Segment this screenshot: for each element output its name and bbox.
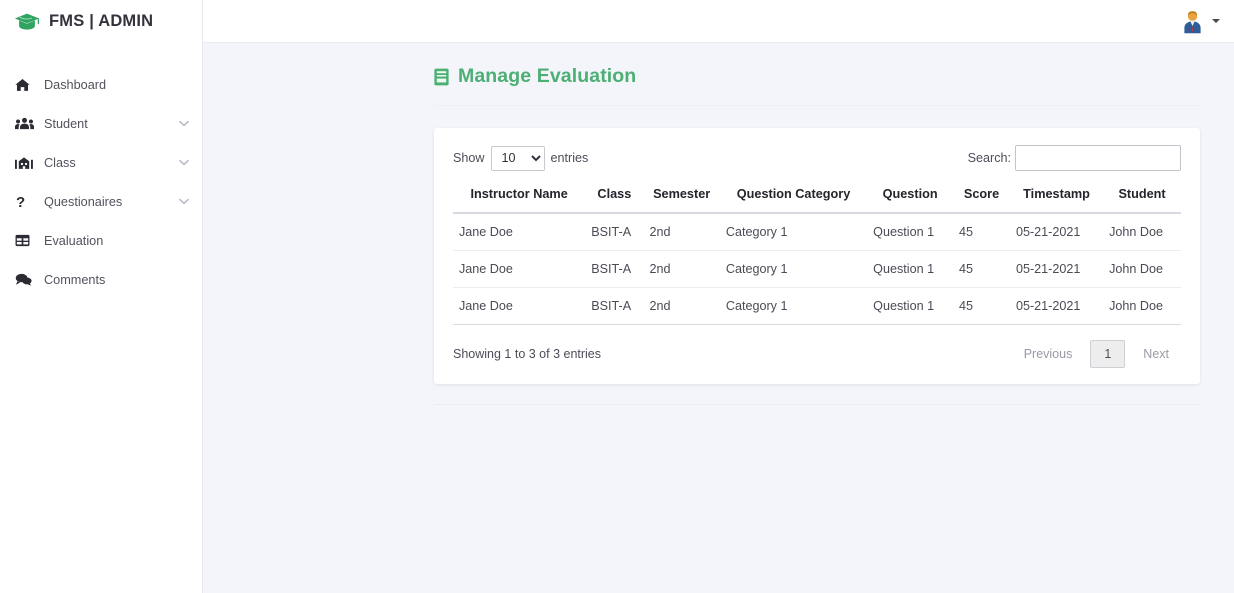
svg-text:?: ? xyxy=(16,194,25,210)
cell-question-category: Category 1 xyxy=(719,250,868,288)
cell-score: 45 xyxy=(953,213,1010,251)
sidebar-item-label: Dashboard xyxy=(44,77,107,92)
column-header-question-category[interactable]: Question Category xyxy=(719,183,868,214)
content-area: Manage Evaluation Show 102550100 entries… xyxy=(203,43,1234,593)
evaluation-table: Instructor Name Class Semester Question … xyxy=(453,183,1181,325)
cell-semester: 2nd xyxy=(643,287,720,325)
table-row[interactable]: Jane Doe BSIT-A 2nd Category 1 Question … xyxy=(453,287,1181,325)
chevron-down-icon xyxy=(179,120,189,127)
page-length-select[interactable]: 102550100 xyxy=(490,145,545,171)
cell-student: John Doe xyxy=(1103,213,1181,251)
sidebar-item-label: Questionaires xyxy=(44,194,123,209)
cell-question-category: Category 1 xyxy=(719,287,868,325)
brand-logo[interactable]: FMS | ADMIN xyxy=(0,0,202,43)
pagination-page-1[interactable]: 1 xyxy=(1090,340,1126,368)
search-label: Search: xyxy=(967,151,1011,165)
pagination-next[interactable]: Next xyxy=(1131,342,1181,366)
cell-timestamp: 05-21-2021 xyxy=(1009,213,1104,251)
cell-timestamp: 05-21-2021 xyxy=(1009,250,1104,288)
table-info: Showing 1 to 3 of 3 entries xyxy=(453,347,602,361)
title-divider xyxy=(434,105,1200,106)
chevron-down-icon xyxy=(179,198,189,205)
cell-instructor-name: Jane Doe xyxy=(453,213,586,251)
user-menu[interactable] xyxy=(1180,9,1220,34)
users-icon xyxy=(15,115,35,132)
cell-score: 45 xyxy=(953,250,1010,288)
sidebar-item-questionaires[interactable]: ? Questionaires xyxy=(0,182,202,221)
cell-class: BSIT-A xyxy=(585,250,644,288)
entries-label: entries xyxy=(550,151,589,165)
table-body: Jane Doe BSIT-A 2nd Category 1 Question … xyxy=(453,213,1181,325)
chevron-down-icon xyxy=(179,159,189,166)
sidebar-item-label: Comments xyxy=(44,272,106,287)
question-mark-icon: ? xyxy=(15,193,35,210)
user-avatar-icon xyxy=(1180,9,1205,34)
topbar xyxy=(203,0,1234,43)
sidebar: FMS | ADMIN Dashboard Student Class ? Qu… xyxy=(0,0,203,593)
table-controls: Show 102550100 entries Search: xyxy=(453,145,1181,171)
main-area: Manage Evaluation Show 102550100 entries… xyxy=(203,0,1234,593)
column-header-score[interactable]: Score xyxy=(953,183,1010,214)
sidebar-item-label: Class xyxy=(44,155,76,170)
column-header-semester[interactable]: Semester xyxy=(643,183,720,214)
cell-instructor-name: Jane Doe xyxy=(453,250,586,288)
table-header-row: Instructor Name Class Semester Question … xyxy=(453,183,1181,214)
graduation-cap-icon xyxy=(14,12,40,32)
pagination-previous[interactable]: Previous xyxy=(1012,342,1085,366)
cell-instructor-name: Jane Doe xyxy=(453,287,586,325)
search-control: Search: xyxy=(968,145,1181,171)
sidebar-item-comments[interactable]: Comments xyxy=(0,260,202,299)
table-row[interactable]: Jane Doe BSIT-A 2nd Category 1 Question … xyxy=(453,250,1181,288)
cell-score: 45 xyxy=(953,287,1010,325)
cell-question: Question 1 xyxy=(867,250,954,288)
column-header-question[interactable]: Question xyxy=(867,183,954,214)
sidebar-item-evaluation[interactable]: Evaluation xyxy=(0,221,202,260)
column-header-timestamp[interactable]: Timestamp xyxy=(1009,183,1104,214)
page-title-text: Manage Evaluation xyxy=(458,65,637,87)
sidebar-item-dashboard[interactable]: Dashboard xyxy=(0,65,202,104)
sidebar-item-class[interactable]: Class xyxy=(0,143,202,182)
app-root: FMS | ADMIN Dashboard Student Class ? Qu… xyxy=(0,0,1234,593)
column-header-student[interactable]: Student xyxy=(1103,183,1181,214)
table-row[interactable]: Jane Doe BSIT-A 2nd Category 1 Question … xyxy=(453,213,1181,251)
bottom-divider xyxy=(434,404,1200,405)
column-header-class[interactable]: Class xyxy=(585,183,644,214)
book-list-icon xyxy=(434,68,449,86)
comments-icon xyxy=(15,271,35,288)
show-label: Show xyxy=(453,151,485,165)
column-header-instructor-name[interactable]: Instructor Name xyxy=(453,183,586,214)
page-title: Manage Evaluation xyxy=(203,43,1234,88)
brand-title: FMS | ADMIN xyxy=(49,12,154,30)
cell-timestamp: 05-21-2021 xyxy=(1009,287,1104,325)
cell-semester: 2nd xyxy=(643,213,720,251)
cell-class: BSIT-A xyxy=(585,287,644,325)
sidebar-item-label: Evaluation xyxy=(44,233,104,248)
sidebar-item-label: Student xyxy=(44,116,88,131)
cell-semester: 2nd xyxy=(643,250,720,288)
cell-question: Question 1 xyxy=(867,213,954,251)
cell-class: BSIT-A xyxy=(585,213,644,251)
table-footer: Showing 1 to 3 of 3 entries Previous 1 N… xyxy=(453,340,1181,368)
chevron-down-icon xyxy=(1212,18,1220,24)
sidebar-nav: Dashboard Student Class ? Questionaires … xyxy=(0,65,202,299)
search-input[interactable] xyxy=(1015,145,1181,171)
table-grid-icon xyxy=(15,232,35,249)
evaluation-card: Show 102550100 entries Search: Instructo… xyxy=(434,128,1200,384)
cell-question-category: Category 1 xyxy=(719,213,868,251)
table-head: Instructor Name Class Semester Question … xyxy=(453,183,1181,214)
home-icon xyxy=(15,76,35,93)
sidebar-item-student[interactable]: Student xyxy=(0,104,202,143)
school-icon xyxy=(15,154,35,171)
cell-student: John Doe xyxy=(1103,250,1181,288)
pagination: Previous 1 Next xyxy=(1012,340,1181,368)
cell-question: Question 1 xyxy=(867,287,954,325)
cell-student: John Doe xyxy=(1103,287,1181,325)
page-length-control: Show 102550100 entries xyxy=(453,145,589,171)
